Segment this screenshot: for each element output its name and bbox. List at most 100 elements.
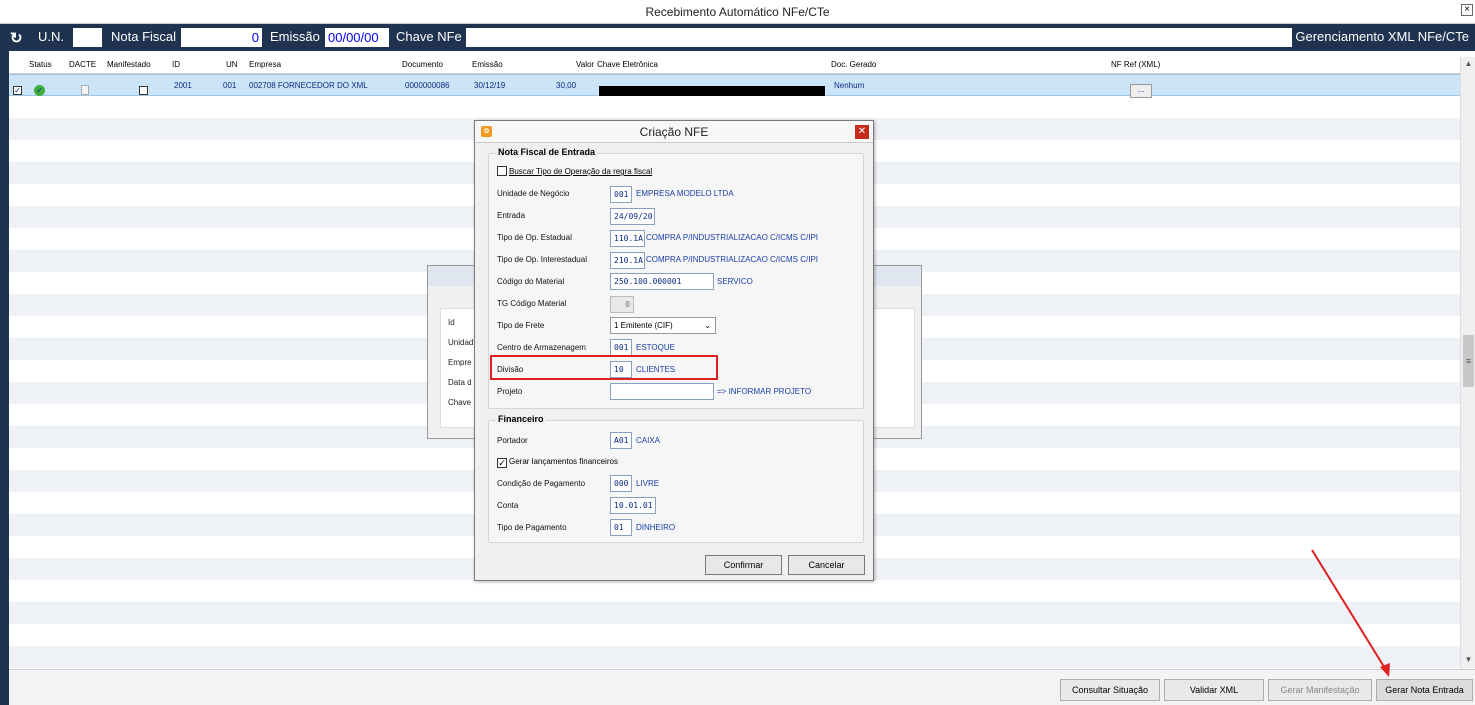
tg-codigo-input: 0 [610, 296, 634, 313]
chave-nfe-input[interactable] [466, 28, 1292, 47]
criacao-nfe-dialog: ✿ Criação NFE ✕ Nota Fiscal de Entrada F… [474, 120, 874, 581]
empty-row [9, 602, 1460, 624]
highlight-divisao-frame [490, 355, 718, 380]
portador-label: Portador [497, 436, 528, 445]
col-manifestado[interactable]: Manifestado [107, 60, 151, 69]
tipo-interestadual-input[interactable]: 210.1A [610, 252, 645, 269]
entrada-label: Entrada [497, 211, 526, 220]
bg-label-id: Id [448, 318, 455, 327]
codigo-material-label: Código do Material [497, 277, 565, 286]
tipo-pagamento-label: Tipo de Pagamento [497, 523, 567, 532]
consultar-situacao-button[interactable]: Consultar Situação [1060, 679, 1160, 701]
grid-header: Status DACTE Manifestado ID UN Empresa D… [9, 57, 1460, 74]
group-title-entrada: Nota Fiscal de Entrada [496, 147, 598, 157]
un-label: U.N. [38, 29, 64, 44]
row-emissao: 30/12/19 [474, 81, 506, 90]
bg-label-chave: Chave [448, 398, 472, 407]
close-icon[interactable]: × [1461, 4, 1473, 16]
col-doc-gerado[interactable]: Doc. Gerado [831, 60, 876, 69]
filter-toolbar: ↻ U.N. Nota Fiscal 0 Emissão 00/00/00 Ch… [0, 24, 1475, 51]
row-un: 001 [223, 81, 237, 90]
col-dacte[interactable]: DACTE [69, 60, 96, 69]
group-title-financeiro: Financeiro [496, 414, 546, 424]
col-documento[interactable]: Documento [402, 60, 443, 69]
gerar-nota-entrada-button[interactable]: Gerar Nota Entrada [1376, 679, 1473, 701]
col-id[interactable]: ID [172, 60, 180, 69]
bg-label-empresa: Empre [448, 358, 472, 367]
condicao-input[interactable]: 000 [610, 475, 632, 492]
un-input[interactable] [73, 28, 102, 47]
scroll-thumb[interactable]: ≡ [1463, 335, 1474, 387]
gerar-lancamentos-checkbox[interactable]: ✓ Gerar lançamentos financeiros [497, 457, 618, 468]
nota-fiscal-label: Nota Fiscal [111, 29, 177, 44]
col-emissao[interactable]: Emissão [472, 60, 503, 69]
condicao-desc: LIVRE [636, 479, 660, 488]
refresh-icon[interactable]: ↻ [10, 29, 23, 47]
portador-desc: CAIXA [636, 436, 661, 445]
emissao-input[interactable]: 00/00/00 [325, 28, 389, 47]
row-doc-gerado: Nenhum [834, 81, 865, 90]
nota-fiscal-input[interactable]: 0 [181, 28, 262, 47]
col-valor[interactable]: Valor [576, 60, 594, 69]
table-row[interactable]: ✓ ✓ 2001 001 002708 FORNECEDOR DO XML 00… [9, 74, 1460, 98]
row-id: 2001 [174, 81, 192, 90]
dialog-close-icon[interactable]: ✕ [855, 125, 869, 139]
left-strip [0, 51, 9, 705]
chevron-down-icon: ⌄ [704, 321, 711, 330]
row-valor: 30,00 [556, 81, 577, 90]
col-chave[interactable]: Chave Eletrônica [597, 60, 658, 69]
window-titlebar: Recebimento Automático NFe/CTe × [0, 0, 1475, 24]
conta-label: Conta [497, 501, 519, 510]
gerar-manifestacao-button[interactable]: Gerar Manifestação [1268, 679, 1372, 701]
confirmar-button[interactable]: Confirmar [705, 555, 782, 575]
chave-nfe-label: Chave NFe [396, 29, 462, 44]
bg-label-data: Data d [448, 378, 472, 387]
row-documento: 0000000086 [405, 81, 450, 90]
scroll-up-icon[interactable]: ▲ [1462, 59, 1475, 71]
cancelar-button[interactable]: Cancelar [788, 555, 865, 575]
window-title: Recebimento Automático NFe/CTe [645, 5, 830, 19]
gerenciamento-xml-link[interactable]: Gerenciamento XML NFe/CTe [1295, 29, 1469, 44]
condicao-label: Condição de Pagamento [497, 479, 586, 488]
grid-scrollbar[interactable]: ▲ ≡ ▼ [1460, 57, 1475, 669]
tipo-interestadual-desc: COMPRA P/INDUSTRIALIZACAO C/ICMS C/IPI [646, 255, 819, 264]
buscar-tipo-checkbox[interactable]: Buscar Tipo de Operação da regra fiscal [497, 166, 652, 176]
col-nf-ref[interactable]: NF Ref (XML) [1111, 60, 1160, 69]
dialog-titlebar: ✿ Criação NFE ✕ [475, 121, 873, 143]
empty-row [9, 646, 1460, 668]
scroll-down-icon[interactable]: ▼ [1462, 655, 1475, 667]
codigo-material-desc: SERVICO [717, 277, 753, 286]
conta-input[interactable]: 10.01.01 [610, 497, 656, 514]
col-un[interactable]: UN [226, 60, 238, 69]
bg-label-unidade: Unidad [448, 338, 474, 347]
tg-codigo-label: TG Código Material [497, 299, 567, 308]
codigo-material-input[interactable]: 250.100.000001 [610, 273, 714, 290]
tipo-frete-label: Tipo de Frete [497, 321, 545, 330]
tipo-estadual-input[interactable]: 110.1A [610, 230, 645, 247]
unidade-desc: EMPRESA MODELO LTDA [636, 189, 734, 198]
projeto-label: Projeto [497, 387, 523, 396]
entrada-date-input[interactable]: 24/09/20 [610, 208, 655, 225]
tipo-interestadual-label: Tipo de Op. Interestadual [497, 255, 587, 264]
centro-label: Centro de Armazenagem [497, 343, 586, 352]
dialog-title: Criação NFE [639, 125, 709, 139]
tipo-estadual-label: Tipo de Op. Estadual [497, 233, 572, 242]
col-status[interactable]: Status [29, 60, 52, 69]
projeto-input[interactable] [610, 383, 714, 400]
validar-xml-button[interactable]: Validar XML [1164, 679, 1264, 701]
app-icon: ✿ [481, 126, 492, 137]
tipo-pagamento-input[interactable]: 01 [610, 519, 632, 536]
tipo-estadual-desc: COMPRA P/INDUSTRIALIZACAO C/ICMS C/IPI [646, 233, 819, 242]
action-bar: Consultar Situação Validar XML Gerar Man… [9, 669, 1475, 705]
unidade-label: Unidade de Negócio [497, 189, 570, 198]
row-empresa: 002708 FORNECEDOR DO XML [249, 81, 368, 90]
emissao-label: Emissão [270, 29, 320, 44]
tipo-frete-select[interactable]: 1 Emitente (CIF) ⌄ [610, 317, 716, 334]
col-empresa[interactable]: Empresa [249, 60, 281, 69]
centro-input[interactable]: 001 [610, 339, 632, 356]
informar-projeto-link[interactable]: => INFORMAR PROJETO [717, 387, 811, 396]
portador-input[interactable]: A01 [610, 432, 632, 449]
centro-desc: ESTOQUE [636, 343, 675, 352]
tipo-pagamento-desc: DINHEIRO [636, 523, 676, 532]
unidade-input[interactable]: 001 [610, 186, 632, 203]
